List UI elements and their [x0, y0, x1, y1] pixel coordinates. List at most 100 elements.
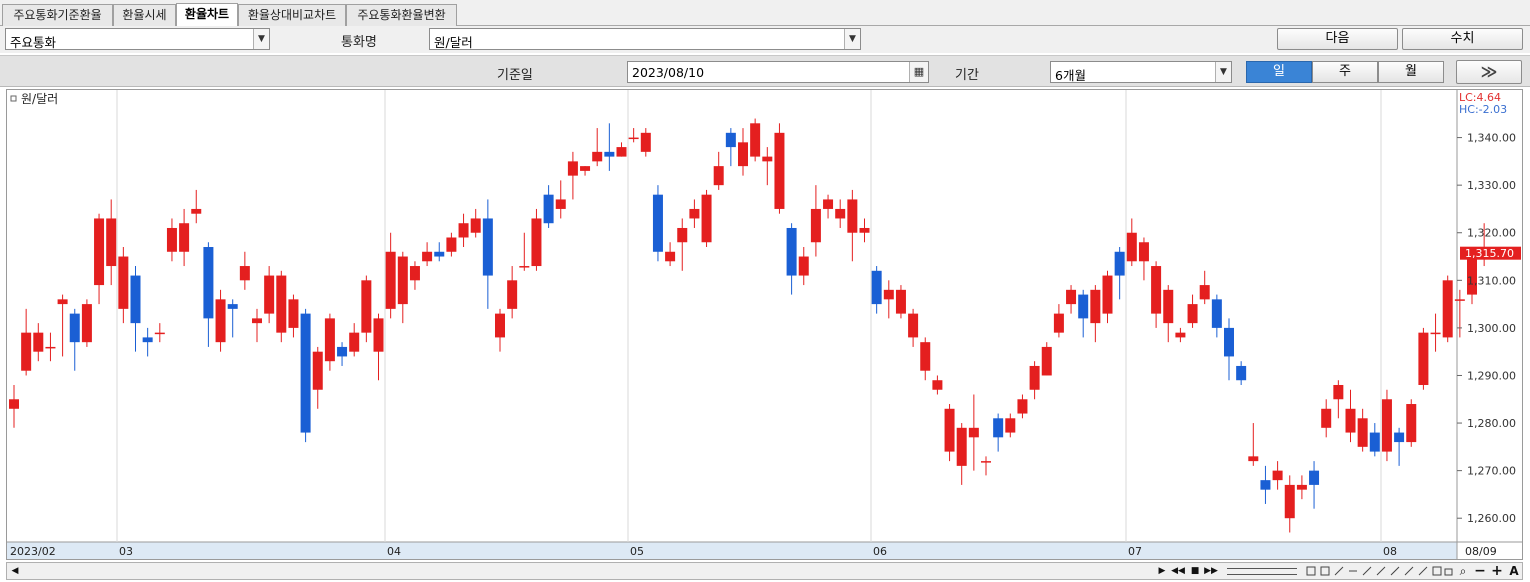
base-date-label: 기준일 — [497, 68, 533, 83]
candlestick-chart[interactable]: 1,340.00 1,330.00 1,320.00 1,310.00 1,300.00… — [7, 90, 1522, 559]
candle-body — [409, 266, 420, 281]
candle-body — [968, 427, 979, 438]
zoom-slider[interactable] — [1227, 568, 1297, 575]
category-select[interactable]: 주요통화 ▼ — [5, 28, 270, 50]
candle-body — [1236, 365, 1247, 381]
candle-body — [774, 132, 785, 209]
candle-body — [628, 137, 639, 140]
y-tick-label: 1,290.00 — [1467, 369, 1516, 382]
x-tick-label: 07 — [1128, 545, 1142, 558]
candle-body — [69, 313, 80, 343]
tab-relative-comparison-chart[interactable]: 환율상대비교차트 — [238, 4, 346, 26]
y-tick-label: 1,260.00 — [1467, 512, 1516, 525]
candle-body — [397, 256, 408, 305]
candle-body — [1272, 470, 1283, 481]
period-month-button[interactable]: 월 — [1378, 61, 1444, 83]
hc-label: HC:-2.03 — [1459, 103, 1507, 116]
current-price-label: 1,315.70 — [1465, 247, 1514, 260]
candle-body — [847, 199, 858, 233]
base-date-input[interactable]: 2023/08/10 ▦ — [627, 61, 929, 83]
candle-body — [604, 151, 615, 157]
filter-bar: 기준일 2023/08/10 ▦ 기간 6개월 ▼ 일 주 월 ≫ — [0, 55, 1530, 87]
candle-body — [507, 280, 518, 309]
candle-body — [1163, 289, 1174, 324]
zoom-in-icon[interactable]: + — [1490, 564, 1504, 579]
x-tick-label: 08 — [1383, 545, 1397, 558]
candle-body — [592, 151, 603, 162]
legend-marker — [10, 95, 17, 102]
forward-button[interactable]: ≫ — [1456, 60, 1522, 84]
currency-select-value: 원/달러 — [434, 35, 473, 50]
drawing-tools-strip[interactable] — [1305, 566, 1455, 577]
stop-icon[interactable]: ■ — [1188, 564, 1202, 579]
candle-body — [786, 227, 797, 276]
candle-body — [1442, 280, 1453, 338]
tab-currency-converter[interactable]: 주요통화환율변환 — [346, 4, 457, 26]
tab-major-currency-rates[interactable]: 주요통화기준환율 — [2, 4, 113, 26]
chevron-down-icon[interactable]: ▼ — [253, 29, 269, 49]
tab-rate-chart[interactable]: 환율차트 — [176, 3, 238, 27]
candle-body — [57, 299, 68, 305]
candle-body — [434, 251, 445, 257]
candle-body — [1321, 408, 1332, 428]
tab-rate-quotes[interactable]: 환율시세 — [113, 4, 176, 26]
candle-body — [300, 313, 311, 433]
period-day-button[interactable]: 일 — [1246, 61, 1312, 83]
scroll-left-icon[interactable]: ◀ — [8, 564, 22, 579]
candle-body — [21, 332, 32, 371]
chevron-down-icon[interactable]: ▼ — [844, 29, 860, 49]
scroll-right-icon[interactable]: ▶ — [1155, 564, 1169, 579]
candle-body — [1394, 432, 1405, 443]
candle-body — [1029, 365, 1040, 390]
y-tick-label: 1,280.00 — [1467, 417, 1516, 430]
candle-body — [640, 132, 651, 152]
candle-body — [1187, 304, 1198, 324]
candle-body — [458, 223, 469, 238]
base-date-value: 2023/08/10 — [632, 65, 705, 80]
candle-body — [1369, 432, 1380, 452]
candle-body — [993, 418, 1004, 438]
calendar-icon[interactable]: ▦ — [909, 62, 928, 82]
candle-body — [203, 247, 214, 319]
candle-body — [239, 266, 250, 281]
drawing-tools-icons[interactable] — [1305, 566, 1455, 577]
candles-group — [9, 118, 1490, 533]
candle-body — [689, 208, 700, 219]
candle-body — [1102, 275, 1113, 314]
candle-body — [1175, 332, 1186, 338]
candle-body — [33, 332, 44, 352]
candle-body — [1017, 399, 1028, 414]
candle-body — [1333, 384, 1344, 400]
x-tick-label: 03 — [119, 545, 133, 558]
values-button[interactable]: 수치 — [1402, 28, 1523, 50]
currency-toolbar: 주요통화 ▼ 통화명 원/달러 ▼ 다음 수치 — [0, 26, 1530, 53]
candle-body — [1260, 480, 1271, 490]
candle-body — [1005, 418, 1016, 433]
candle-body — [1199, 285, 1210, 300]
currency-select[interactable]: 원/달러 ▼ — [429, 28, 861, 50]
search-icon[interactable]: ⌕ — [1456, 564, 1470, 579]
auto-scale-icon[interactable]: A — [1507, 564, 1521, 579]
next-button[interactable]: 다음 — [1277, 28, 1398, 50]
candle-body — [1138, 242, 1149, 262]
chart-scroll-bar[interactable]: ◀ ▶ ◀◀ ■ ▶▶ ⌕ − + A — [6, 562, 1523, 580]
y-tick-label: 1,270.00 — [1467, 465, 1516, 478]
candle-body — [470, 218, 481, 233]
rewind-icon[interactable]: ◀◀ — [1170, 564, 1186, 579]
fast-forward-icon[interactable]: ▶▶ — [1203, 564, 1219, 579]
candle-body — [81, 304, 92, 343]
candle-body — [1114, 251, 1125, 276]
candlestick-chart-panel[interactable]: 1,340.00 1,330.00 1,320.00 1,310.00 1,300.00… — [6, 89, 1523, 560]
candle-body — [750, 123, 761, 157]
period-week-button[interactable]: 주 — [1312, 61, 1378, 83]
candle-body — [130, 275, 141, 324]
chevron-down-icon[interactable]: ▼ — [1215, 62, 1231, 82]
candle-body — [713, 166, 724, 186]
candle-body — [106, 218, 117, 267]
zoom-out-icon[interactable]: − — [1473, 564, 1487, 579]
candle-body — [519, 266, 530, 268]
candle-body — [835, 208, 846, 219]
period-select[interactable]: 6개월 ▼ — [1050, 61, 1232, 83]
candle-body — [1284, 484, 1295, 519]
candle-body — [981, 461, 991, 463]
